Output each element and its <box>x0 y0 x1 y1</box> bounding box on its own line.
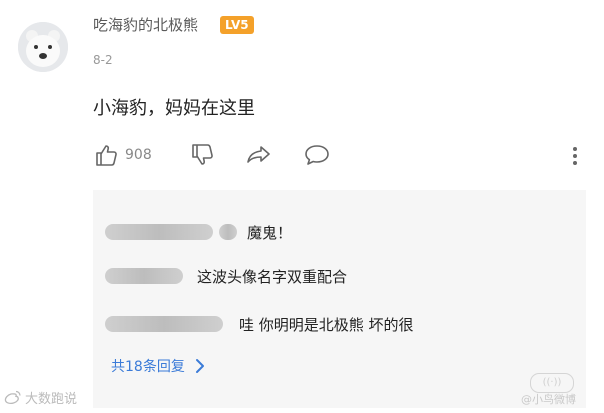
comment-date: 8-2 <box>93 53 113 67</box>
thumbs-up-icon <box>96 145 117 166</box>
reply-item[interactable]: 哇 你明明是北极熊 坏的很 <box>105 312 414 336</box>
reply-text: 这波头像名字双重配合 <box>197 267 348 286</box>
like-count: 908 <box>125 147 152 163</box>
view-all-replies-label: 共18条回复 <box>111 359 185 375</box>
more-icon[interactable] <box>573 144 577 168</box>
comment-actions: 908 <box>93 142 583 172</box>
dislike-button[interactable] <box>189 142 215 168</box>
blurred-username <box>105 316 223 332</box>
reply-item[interactable]: 这波头像名字双重配合 <box>105 264 347 288</box>
blurred-username <box>105 224 213 240</box>
blurred-username <box>105 268 183 284</box>
username[interactable]: 吃海豹的北极熊 <box>93 14 198 35</box>
polar-bear-avatar-icon <box>18 22 68 72</box>
watermark-right: @小鸟微博 <box>521 393 576 406</box>
share-icon <box>247 146 270 163</box>
reply-item[interactable]: 魔鬼！ <box>105 220 292 244</box>
reply-text: 哇 你明明是北极熊 坏的很 <box>239 315 414 334</box>
reply-panel: 魔鬼！ 这波头像名字双重配合 哇 你明明是北极熊 坏的很 共18条回复 <box>93 190 586 408</box>
weibo-logo-icon <box>4 390 21 404</box>
reply-bubble-icon <box>305 145 329 165</box>
reply-text: 魔鬼！ <box>247 223 293 242</box>
share-button[interactable] <box>245 142 273 168</box>
comment-content: 小海豹，妈妈在这里 <box>93 98 255 119</box>
reply-button[interactable] <box>303 142 331 168</box>
like-button[interactable]: 908 <box>93 142 152 168</box>
avatar[interactable] <box>18 22 68 72</box>
watermark-left: 大数跑说 <box>4 388 77 407</box>
level-badge: LV5 <box>220 16 254 34</box>
blurred-username <box>219 224 237 240</box>
watermark-logo-icon: ((·)) <box>530 373 574 393</box>
view-all-replies-link[interactable]: 共18条回复 <box>111 356 209 376</box>
watermark-left-text: 大数跑说 <box>25 392 78 407</box>
thumbs-down-icon <box>192 144 213 165</box>
chevron-right-icon <box>195 359 204 373</box>
